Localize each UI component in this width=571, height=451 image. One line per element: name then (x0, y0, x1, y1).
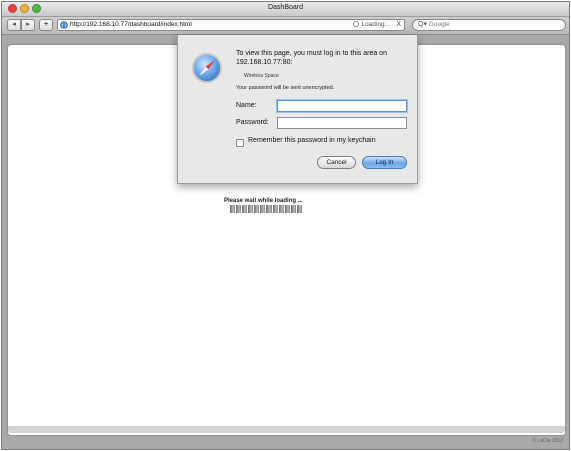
cancel-button[interactable]: Cancel (317, 156, 356, 169)
password-field[interactable] (277, 117, 407, 129)
safari-compass-icon (192, 53, 222, 83)
dialog-realm: Wireless Space (244, 73, 279, 79)
name-label: Name: (236, 102, 257, 109)
name-field[interactable] (277, 100, 407, 112)
loading-bar (230, 205, 302, 213)
remember-label[interactable]: Remember this password in my keychain (248, 137, 376, 144)
search-field[interactable]: Q▾ Google (412, 19, 566, 31)
forward-button[interactable]: ▸ (21, 19, 35, 31)
title-bar: DashBoard (2, 2, 569, 17)
dialog-message: To view this page, you must log in to th… (236, 50, 387, 66)
remember-checkbox[interactable] (236, 139, 244, 147)
loading-spinner-icon (353, 21, 360, 27)
add-bookmark-button[interactable]: + (39, 19, 53, 31)
stop-loading-button[interactable]: X (396, 20, 401, 30)
globe-icon (60, 21, 68, 29)
back-button[interactable]: ◂ (7, 19, 21, 31)
search-icon: Q▾ (418, 21, 427, 28)
load-status: Loading... (353, 20, 390, 30)
dialog-warning: Your password will be sent unencrypted. (236, 85, 335, 91)
search-placeholder: Google (428, 21, 450, 28)
copyright-text: © LaCie 2010 (532, 438, 563, 444)
window-title: DashBoard (267, 4, 304, 11)
url-text: http://192.168.10.77/dashboard/index.htm… (70, 21, 192, 28)
password-label: Password: (236, 119, 269, 126)
browser-toolbar: ◂ ▸ + http://192.168.10.77/dashboard/ind… (2, 17, 569, 35)
auth-dialog: To view this page, you must log in to th… (177, 35, 418, 184)
browser-window: DashBoard ◂ ▸ + http://192.168.10.77/das… (1, 1, 570, 450)
load-status-text: Loading... (361, 21, 390, 28)
back-icon: ◂ (12, 21, 16, 28)
page-bottom-bar (8, 426, 565, 433)
loading-text: Please wait while loading ... (224, 198, 303, 204)
forward-icon: ▸ (26, 21, 30, 28)
loading-indicator: Please wait while loading ... (224, 198, 303, 213)
login-button[interactable]: Log In (362, 156, 407, 169)
address-bar[interactable]: http://192.168.10.77/dashboard/index.htm… (57, 19, 405, 31)
